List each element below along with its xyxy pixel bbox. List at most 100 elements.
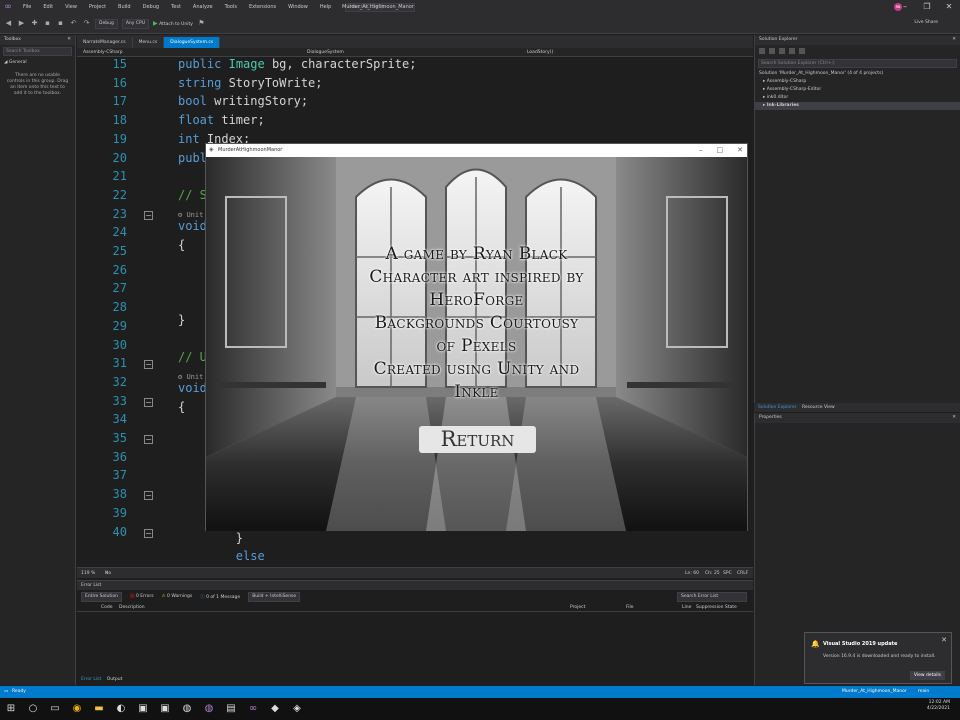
toolbox-search-input[interactable]: Search Toolbox [3,47,72,56]
menu-analyze[interactable]: Analyze [187,0,219,14]
close-icon[interactable]: ✕ [941,636,947,644]
menu-extensions[interactable]: Extensions [243,0,282,14]
game-window-title: MurderAtHighmoonManor [218,147,283,153]
scope-select[interactable]: Entire Solution [81,591,122,602]
chrome-icon[interactable]: ◉ [66,698,88,720]
steam-icon[interactable]: ◐ [110,698,132,720]
new-item-icon[interactable]: ✚ [30,19,39,28]
menu-help[interactable]: Help [314,0,337,14]
save-all-icon[interactable]: ▪ [56,19,65,28]
maximize-icon[interactable]: □ [717,144,724,157]
tab-output[interactable]: Output [107,677,123,682]
collapse-icon[interactable]: − [144,210,153,220]
col-description[interactable]: Description [119,603,145,612]
task-view-icon[interactable]: ▭ [44,698,66,720]
close-icon[interactable]: ✕ [952,35,956,45]
menu-debug[interactable]: Debug [137,0,165,14]
unity-icon[interactable]: ◈ [286,698,308,720]
tree-item-project[interactable]: ▸ Assembly-CSharp-Editor [755,86,960,94]
toolbox-group-general[interactable]: ◢ General [0,58,75,67]
tree-item-solution[interactable]: Solution 'Murder_At_Highmoon_Manor' (4 o… [755,70,960,78]
save-icon[interactable]: ▪ [43,19,52,28]
col-line[interactable]: Line [682,603,691,612]
sync-icon[interactable] [769,48,775,54]
collapse-icon[interactable]: − [144,528,153,538]
collapse-icon[interactable]: − [144,491,153,501]
return-button[interactable]: Return [419,426,536,453]
view-details-button[interactable]: View details [909,671,945,680]
file-explorer-icon[interactable]: ▬ [88,698,110,720]
status-ready: Ready [12,689,26,694]
code-reference-hint[interactable]: ⚙ Unit [178,368,203,382]
redo-icon[interactable]: ↷ [82,19,91,28]
bookmark-icon[interactable]: ⚑ [197,19,206,28]
col-suppression[interactable]: Suppression State [696,603,737,612]
nav-class-dropdown[interactable]: DialogueSystem [307,48,344,57]
status-branch[interactable]: main [918,686,929,698]
close-icon[interactable]: ✕ [938,0,960,14]
restore-icon[interactable]: ❐ [916,0,938,14]
col-project[interactable]: Project [570,603,585,612]
nav-member-dropdown[interactable]: LoadStory() [527,48,553,57]
platform-select[interactable]: Any CPU [121,18,149,29]
collapse-icon[interactable] [779,48,785,54]
nav-project-dropdown[interactable]: Assembly-CSharp [83,48,123,57]
menu-build[interactable]: Build [112,0,137,14]
close-icon[interactable]: ✕ [737,144,743,157]
tab-dialoguesystem[interactable]: DialogueSystem.cs [164,37,221,48]
visual-studio-icon[interactable]: ∞ [242,698,264,720]
app-icon[interactable]: ▣ [132,698,154,720]
menu-view[interactable]: View [59,0,83,14]
menu-tools[interactable]: Tools [219,0,243,14]
col-code[interactable]: Code [101,603,113,612]
app-icon[interactable]: ◆ [264,698,286,720]
forward-icon[interactable]: ▶ [17,19,26,28]
build-filter-select[interactable]: Build + IntelliSense [248,591,301,602]
tree-item-project[interactable]: ▸ ink0.ditor [755,94,960,102]
collapse-icon[interactable]: − [144,435,153,444]
tree-item-project[interactable]: ▸ Assembly-CSharp [755,78,960,86]
close-icon[interactable]: ✕ [952,413,956,423]
tab-menu[interactable]: Menu.cs [133,37,165,48]
status-project[interactable]: Murder_At_Highmoon_Manor [842,686,907,698]
app-icon[interactable]: ▣ [154,698,176,720]
tab-narratemanager[interactable]: NarrateManager.cs [77,37,133,48]
menu-project[interactable]: Project [83,0,112,14]
windows-start-icon[interactable]: ⊞ [0,698,22,720]
home-icon[interactable] [759,48,765,54]
collapse-icon[interactable]: − [144,360,153,370]
zoom-level[interactable]: 119 % [81,568,95,579]
minimize-icon[interactable]: – [894,0,916,14]
menu-file[interactable]: File [17,0,37,14]
preview-icon[interactable] [799,48,805,54]
close-icon[interactable]: ✕ [67,35,71,45]
app-icon[interactable]: ◍ [176,698,198,720]
errors-filter[interactable]: ⨂ 0 Errors [130,594,154,599]
search-icon[interactable]: ○ [22,698,44,720]
app-icon[interactable]: ▤ [220,698,242,720]
undo-icon[interactable]: ↶ [69,19,78,28]
configuration-select[interactable]: Debug [95,18,118,29]
error-search-input[interactable]: Search Error List [677,591,747,602]
menu-test[interactable]: Test [165,0,187,14]
warnings-filter[interactable]: ⚠ 0 Warnings [162,594,193,599]
attach-to-unity-button[interactable]: ▶ Attach to Unity [153,20,193,27]
solution-search-input[interactable]: Search Solution Explorer (Ctrl+;) [758,59,957,68]
minimize-icon[interactable]: – [699,144,703,157]
back-icon[interactable]: ◀ [4,19,13,28]
tab-error-list[interactable]: Error List [81,677,101,682]
live-share-button[interactable]: Live Share [914,20,938,25]
line-number: 28 [112,300,127,315]
code-reference-hint[interactable]: ⚙ Unit [178,206,203,220]
app-icon[interactable]: ◍ [198,698,220,720]
menu-edit[interactable]: Edit [37,0,59,14]
messages-filter[interactable]: ⓘ 0 of 1 Message [200,594,240,600]
menu-window[interactable]: Window [282,0,314,14]
collapse-icon[interactable]: − [144,397,153,407]
tab-solution-explorer[interactable]: Solution Explorer [758,405,797,410]
tree-item-project[interactable]: ▸ Ink-Libraries [755,102,960,110]
tab-resource-view[interactable]: Resource View [802,405,835,410]
col-file[interactable]: File [626,603,634,612]
system-clock[interactable]: 12:02 AM 4/22/2021 [927,700,950,712]
properties-icon[interactable] [789,48,795,54]
